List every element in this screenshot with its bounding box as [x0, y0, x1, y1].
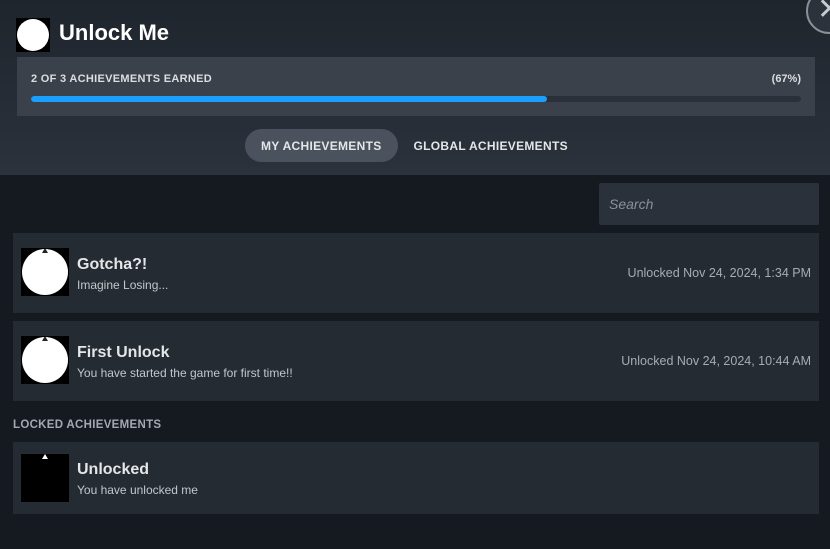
progress-percent: (67%) [771, 73, 801, 85]
achievement-unlock-date: Unlocked Nov 24, 2024, 10:44 AM [621, 354, 811, 368]
locked-achievements-heading: LOCKED ACHIEVEMENTS [13, 419, 162, 431]
achievement-unlock-date: Unlocked Nov 24, 2024, 1:34 PM [627, 266, 811, 280]
achievement-description: You have unlocked me [77, 483, 198, 497]
achievement-tabs: MY ACHIEVEMENTS GLOBAL ACHIEVEMENTS [245, 129, 584, 162]
game-title: Unlock Me [59, 20, 170, 45]
achievement-icon-locked [21, 454, 69, 502]
achievement-icon-mark [42, 248, 48, 253]
achievement-row-first-unlock[interactable]: First Unlock You have started the game f… [13, 321, 819, 401]
achievement-description: You have started the game for first time… [77, 366, 293, 380]
search-input[interactable] [599, 183, 819, 225]
close-icon: ✕ [817, 0, 830, 27]
achievement-row-unlocked[interactable]: Unlocked You have unlocked me [13, 442, 819, 514]
achievement-name: Unlocked [77, 461, 150, 478]
progress-bar-fill [31, 96, 547, 102]
achievement-description: Imagine Losing... [77, 278, 169, 292]
progress-panel: 2 OF 3 ACHIEVEMENTS EARNED (67%) [17, 57, 815, 116]
achievement-icon-mark [42, 336, 48, 341]
achievement-row-gotcha[interactable]: Gotcha?! Imagine Losing... Unlocked Nov … [13, 233, 819, 313]
achievement-icon [21, 248, 69, 296]
achievement-name: First Unlock [77, 344, 170, 361]
tab-global-achievements[interactable]: GLOBAL ACHIEVEMENTS [398, 129, 584, 162]
progress-bar [31, 96, 801, 102]
achievement-name: Gotcha?! [77, 256, 148, 273]
achievement-icon-mark [42, 454, 48, 459]
tab-my-achievements[interactable]: MY ACHIEVEMENTS [245, 129, 398, 162]
achievements-header: ✕ Unlock Me 2 OF 3 ACHIEVEMENTS EARNED (… [0, 0, 830, 175]
achievement-icon [21, 336, 69, 384]
game-icon [16, 18, 50, 52]
progress-label: 2 OF 3 ACHIEVEMENTS EARNED [31, 73, 212, 85]
close-button[interactable]: ✕ [806, 0, 830, 34]
